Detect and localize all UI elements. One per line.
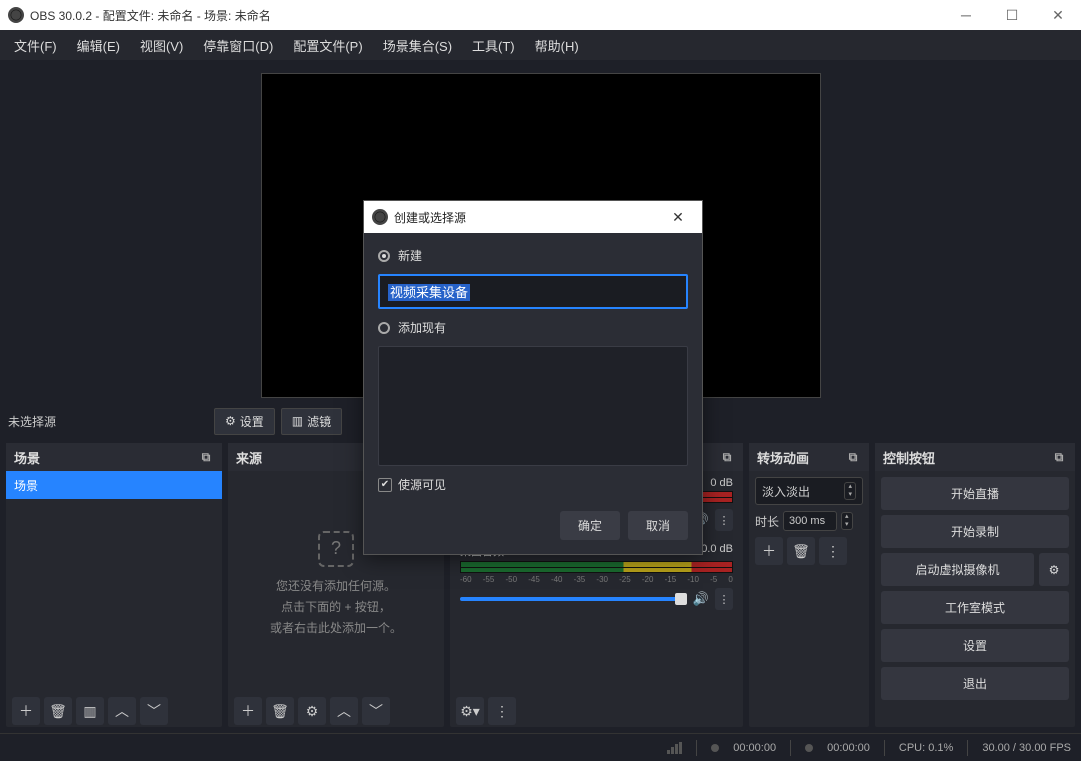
speaker-icon[interactable]: 🔊 xyxy=(693,591,709,607)
remove-source-button[interactable]: 🗑 xyxy=(266,697,294,725)
checkbox-icon: ✔ xyxy=(378,478,392,492)
mixer-menu-button[interactable]: ⋮ xyxy=(488,697,516,725)
meter-ticks: -60-55-50-45-40-35-30-25-20-15-10-50 xyxy=(460,575,733,584)
menu-profile[interactable]: 配置文件(P) xyxy=(285,32,370,59)
channel-level: 0.0 dB xyxy=(701,543,733,559)
scenes-panel: 场景 ⧉ 场景 ＋ 🗑 ▥ ︿ ﹀ xyxy=(6,443,222,727)
create-new-radio[interactable]: 新建 xyxy=(378,247,688,264)
channel-menu-button[interactable]: ⋮ xyxy=(715,509,733,531)
fps-counter: 30.00 / 30.00 FPS xyxy=(982,742,1071,754)
start-streaming-button[interactable]: 开始直播 xyxy=(881,477,1069,510)
channel-menu-button[interactable]: ⋮ xyxy=(715,588,733,610)
controls-title: 控制按钮 xyxy=(883,448,935,467)
add-existing-radio[interactable]: 添加现有 xyxy=(378,319,688,336)
source-name-input[interactable]: 视频采集设备 xyxy=(378,274,688,309)
existing-sources-list[interactable] xyxy=(378,346,688,466)
radio-icon xyxy=(378,322,390,334)
menu-docks[interactable]: 停靠窗口(D) xyxy=(195,32,281,59)
dialog-title: 创建或选择源 xyxy=(394,209,662,226)
detach-icon[interactable]: ⧉ xyxy=(845,449,861,465)
transitions-panel: 转场动画 ⧉ 淡入淡出 ▴▾ 时长 ▴▾ ＋ 🗑 ⋮ xyxy=(749,443,869,727)
transition-menu-button[interactable]: ⋮ xyxy=(819,537,847,565)
maximize-button[interactable]: ☐ xyxy=(989,0,1035,30)
settings-button[interactable]: 设置 xyxy=(881,629,1069,662)
start-recording-button[interactable]: 开始录制 xyxy=(881,515,1069,548)
filter-icon: ▥ xyxy=(292,414,303,428)
move-source-up-button[interactable]: ︿ xyxy=(330,697,358,725)
audio-meter xyxy=(460,561,733,573)
transition-select[interactable]: 淡入淡出 ▴▾ xyxy=(755,477,863,505)
window-title: OBS 30.0.2 - 配置文件: 未命名 - 场景: 未命名 xyxy=(30,7,943,24)
add-scene-button[interactable]: ＋ xyxy=(12,697,40,725)
network-icon xyxy=(667,742,682,754)
volume-slider[interactable] xyxy=(460,597,687,601)
cancel-button[interactable]: 取消 xyxy=(628,511,688,540)
move-scene-up-button[interactable]: ︿ xyxy=(108,697,136,725)
cpu-usage: CPU: 0.1% xyxy=(899,742,953,754)
exit-button[interactable]: 退出 xyxy=(881,667,1069,700)
move-scene-down-button[interactable]: ﹀ xyxy=(140,697,168,725)
menu-edit[interactable]: 编辑(E) xyxy=(69,32,128,59)
source-properties-button[interactable]: ⚙ xyxy=(298,697,326,725)
detach-icon[interactable]: ⧉ xyxy=(198,449,214,465)
scenes-title: 场景 xyxy=(14,448,40,467)
rec-timer: 00:00:00 xyxy=(827,742,870,754)
live-timer: 00:00:00 xyxy=(733,742,776,754)
ok-button[interactable]: 确定 xyxy=(560,511,620,540)
transitions-title: 转场动画 xyxy=(757,448,809,467)
controls-panel: 控制按钮 ⧉ 开始直播 开始录制 启动虚拟摄像机 ⚙ 工作室模式 设置 退出 xyxy=(875,443,1075,727)
gear-icon: ⚙ xyxy=(225,414,236,428)
source-settings-button[interactable]: ⚙ 设置 xyxy=(214,408,275,435)
menu-view[interactable]: 视图(V) xyxy=(132,32,191,59)
scene-item[interactable]: 场景 xyxy=(6,471,222,499)
add-source-button[interactable]: ＋ xyxy=(234,697,262,725)
studio-mode-button[interactable]: 工作室模式 xyxy=(881,591,1069,624)
start-virtualcam-button[interactable]: 启动虚拟摄像机 xyxy=(881,553,1034,586)
add-transition-button[interactable]: ＋ xyxy=(755,537,783,565)
detach-icon[interactable]: ⧉ xyxy=(1051,449,1067,465)
close-button[interactable]: ✕ xyxy=(1035,0,1081,30)
live-indicator-icon xyxy=(711,744,719,752)
source-filters-button[interactable]: ▥ 滤镜 xyxy=(281,408,342,435)
question-icon: ? xyxy=(318,531,354,567)
sources-title: 来源 xyxy=(236,448,262,467)
remove-transition-button[interactable]: 🗑 xyxy=(787,537,815,565)
minimize-button[interactable]: ─ xyxy=(943,0,989,30)
menu-help[interactable]: 帮助(H) xyxy=(527,32,587,59)
create-source-dialog: 创建或选择源 ✕ 新建 视频采集设备 添加现有 ✔ 使源可见 确定 取消 xyxy=(363,200,703,555)
menu-scene-collection[interactable]: 场景集合(S) xyxy=(375,32,460,59)
remove-scene-button[interactable]: 🗑 xyxy=(44,697,72,725)
scene-filters-button[interactable]: ▥ xyxy=(76,697,104,725)
status-bar: 00:00:00 00:00:00 CPU: 0.1% 30.00 / 30.0… xyxy=(0,733,1081,761)
make-visible-checkbox[interactable]: ✔ 使源可见 xyxy=(378,476,688,493)
virtualcam-settings-button[interactable]: ⚙ xyxy=(1039,553,1069,586)
window-titlebar: OBS 30.0.2 - 配置文件: 未命名 - 场景: 未命名 ─ ☐ ✕ xyxy=(0,0,1081,30)
no-source-label: 未选择源 xyxy=(8,413,208,430)
rec-indicator-icon xyxy=(805,744,813,752)
menu-file[interactable]: 文件(F) xyxy=(6,32,65,59)
duration-label: 时长 xyxy=(755,513,779,530)
mixer-settings-button[interactable]: ⚙▾ xyxy=(456,697,484,725)
radio-icon xyxy=(378,250,390,262)
duration-input[interactable] xyxy=(783,511,837,531)
detach-icon[interactable]: ⧉ xyxy=(719,449,735,465)
menu-tools[interactable]: 工具(T) xyxy=(464,32,523,59)
obs-logo-icon xyxy=(8,7,24,23)
duration-stepper[interactable]: ▴▾ xyxy=(841,512,853,530)
move-source-down-button[interactable]: ﹀ xyxy=(362,697,390,725)
dialog-close-button[interactable]: ✕ xyxy=(662,209,694,226)
obs-logo-icon xyxy=(372,209,388,225)
menu-bar: 文件(F) 编辑(E) 视图(V) 停靠窗口(D) 配置文件(P) 场景集合(S… xyxy=(0,30,1081,60)
